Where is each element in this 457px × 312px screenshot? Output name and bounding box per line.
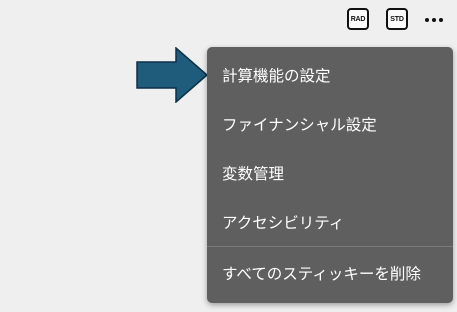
menu-item-financial-settings[interactable]: ファイナンシャル設定 — [207, 99, 453, 148]
settings-dropdown-menu: 計算機能の設定 ファイナンシャル設定 変数管理 アクセシビリティ すべてのスティ… — [207, 47, 453, 303]
more-options-button[interactable] — [421, 11, 447, 29]
more-dot-icon — [439, 18, 443, 22]
menu-item-delete-all-stickies[interactable]: すべてのスティッキーを削除 — [207, 247, 453, 299]
toolbar: RAD STD — [0, 8, 457, 34]
menu-item-calculator-settings[interactable]: 計算機能の設定 — [207, 50, 453, 99]
more-dot-icon — [425, 18, 429, 22]
std-mode-button[interactable]: STD — [386, 8, 408, 30]
pointer-arrow-icon — [136, 47, 208, 103]
more-dot-icon — [432, 18, 436, 22]
menu-item-variable-management[interactable]: 変数管理 — [207, 148, 453, 197]
rad-mode-button[interactable]: RAD — [347, 8, 369, 30]
menu-item-accessibility[interactable]: アクセシビリティ — [207, 197, 453, 246]
